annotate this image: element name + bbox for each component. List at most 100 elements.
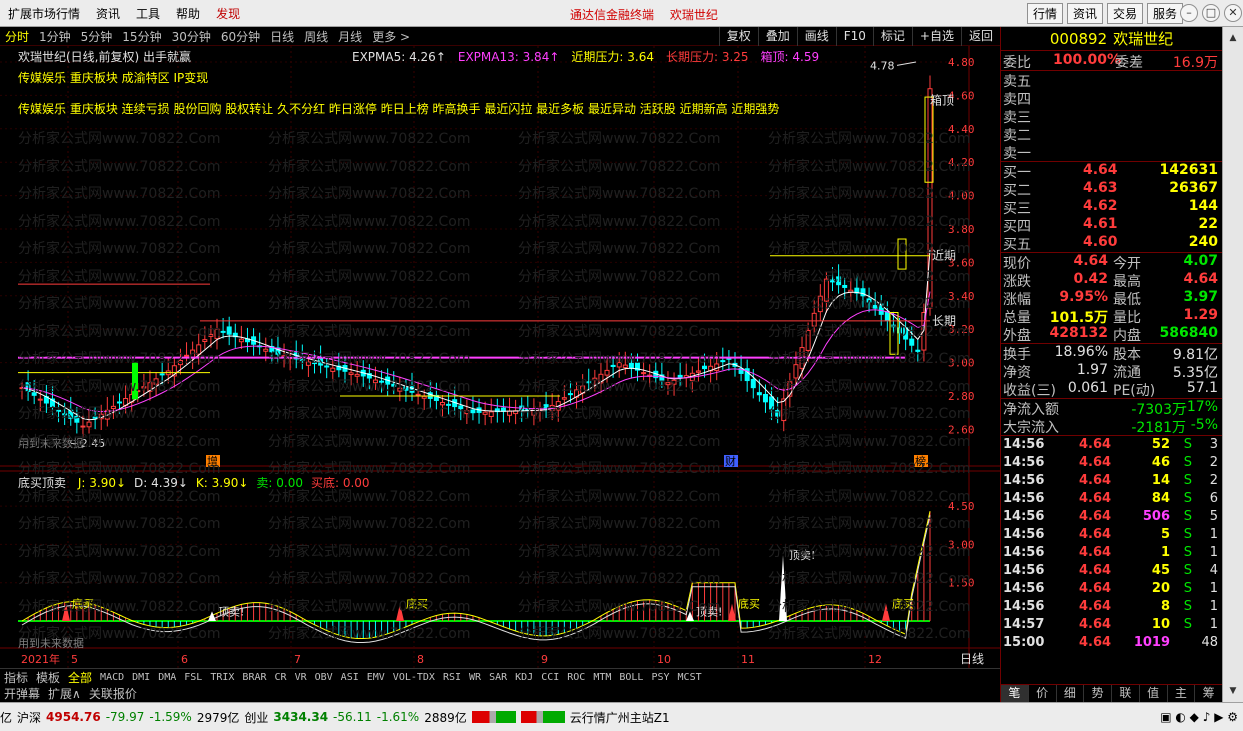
tab-ind-mcst[interactable]: MCST: [674, 672, 706, 683]
promo-terminal[interactable]: 通达信金融终端: [570, 8, 654, 22]
tab-ind-boll[interactable]: BOLL: [615, 672, 647, 683]
event-marker-bang[interactable]: 榜: [915, 454, 926, 468]
info-button[interactable]: 资讯: [1066, 3, 1103, 24]
related-quote[interactable]: 关联报价: [85, 685, 141, 702]
tab-ind-dma[interactable]: DMA: [154, 672, 180, 683]
expand-toggle[interactable]: 扩展∧: [44, 685, 85, 702]
promo-stock[interactable]: 欢瑞世纪: [670, 8, 718, 22]
back-button[interactable]: 返回: [960, 27, 1000, 46]
ask-row[interactable]: 卖一: [1001, 143, 1222, 162]
cy-index-label[interactable]: 创业: [244, 709, 268, 726]
tab-indicator[interactable]: 指标: [0, 669, 32, 686]
bid-row[interactable]: 买五 4.60 240: [1001, 234, 1222, 253]
quote-button[interactable]: 行情: [1026, 3, 1063, 24]
overlay-button[interactable]: 叠加: [757, 27, 797, 46]
flow-row: 净流入额 -7303万 -17%: [1001, 399, 1222, 418]
scroll-down-icon[interactable]: ▼: [1226, 684, 1240, 698]
period-more[interactable]: 更多 >: [367, 28, 415, 45]
tab-ind-macd[interactable]: MACD: [96, 672, 128, 683]
tab-ind-sar[interactable]: SAR: [485, 672, 511, 683]
tab-ind-roc[interactable]: ROC: [563, 672, 589, 683]
tick-side: S: [1183, 617, 1192, 632]
price-chart[interactable]: 4.804.604.404.204.003.803.603.403.203.00…: [0, 46, 1000, 668]
tab-ind-kdj[interactable]: KDJ: [511, 672, 537, 683]
tab-template[interactable]: 模板: [32, 669, 64, 686]
ask-row[interactable]: 卖五: [1001, 71, 1222, 90]
tab-ind-vr[interactable]: VR: [291, 672, 311, 683]
tick-price: 4.64: [1079, 491, 1112, 506]
ask-row[interactable]: 卖四: [1001, 89, 1222, 108]
tab-ind-psy[interactable]: PSY: [647, 672, 673, 683]
period-monthly[interactable]: 月线: [333, 28, 367, 45]
stat-value: 4.64: [1183, 271, 1218, 287]
server-name[interactable]: 云行情广州主站Z1: [570, 709, 670, 726]
tab-ind-vol-tdx[interactable]: VOL-TDX: [389, 672, 439, 683]
f10-button[interactable]: F10: [835, 27, 873, 46]
period-weekly[interactable]: 周线: [299, 28, 333, 45]
candle: [884, 311, 890, 322]
future-data-label: 用到未来数据: [18, 436, 84, 450]
period-60min[interactable]: 60分钟: [216, 28, 265, 45]
quote-panel: 000892 欢瑞世纪 委比 100.00% 委差 16.9万 卖五 卖四 卖三 卖二…: [1000, 27, 1223, 702]
tab-ind-cci[interactable]: CCI: [537, 672, 563, 683]
tick-time: 14:56: [1003, 455, 1045, 470]
menu-item-help[interactable]: 帮助: [168, 5, 208, 22]
minimize-icon[interactable]: –: [1180, 4, 1198, 22]
quote-tab-2[interactable]: 细: [1057, 685, 1085, 702]
mark-button[interactable]: 标记: [872, 27, 912, 46]
stat-value: 4.64: [1073, 253, 1108, 269]
tab-ind-mtm[interactable]: MTM: [589, 672, 615, 683]
stat-value: 0.061: [1067, 380, 1108, 396]
adjust-button[interactable]: 复权: [718, 27, 758, 46]
ask-row[interactable]: 卖二: [1001, 125, 1222, 144]
tab-ind-rsi[interactable]: RSI: [439, 672, 465, 683]
tab-ind-trix[interactable]: TRIX: [206, 672, 238, 683]
close-icon[interactable]: ✕: [1224, 4, 1242, 22]
add-watchlist-button[interactable]: +自选: [911, 27, 961, 46]
tab-ind-wr[interactable]: WR: [465, 672, 485, 683]
bid-row[interactable]: 买三 4.62 144: [1001, 198, 1222, 217]
vertical-scrollbar[interactable]: ▲ ▼: [1222, 27, 1243, 702]
bid-row[interactable]: 买一 4.64 142631: [1001, 162, 1222, 181]
tab-ind-dmi[interactable]: DMI: [128, 672, 154, 683]
period-1min[interactable]: 1分钟: [34, 28, 76, 45]
maximize-icon[interactable]: □: [1202, 4, 1220, 22]
tab-all[interactable]: 全部: [64, 669, 96, 686]
menu-item-market[interactable]: 扩展市场行情: [0, 5, 88, 22]
danmaku-toggle[interactable]: 开弹幕: [0, 685, 44, 702]
quote-tab-0[interactable]: 笔: [1001, 685, 1029, 702]
period-label[interactable]: 日线: [960, 652, 984, 666]
draw-button[interactable]: 画线: [796, 27, 836, 46]
quote-tab-4[interactable]: 联: [1112, 685, 1140, 702]
tab-ind-asi[interactable]: ASI: [337, 672, 363, 683]
candle: [177, 360, 183, 366]
menu-item-discover[interactable]: 发现: [208, 5, 248, 22]
bid-row[interactable]: 买四 4.61 22: [1001, 216, 1222, 235]
menu-item-tools[interactable]: 工具: [128, 5, 168, 22]
quote-tab-6[interactable]: 主: [1168, 685, 1196, 702]
sh-index-label[interactable]: 沪深: [17, 709, 41, 726]
period-30min[interactable]: 30分钟: [167, 28, 216, 45]
quote-tab-3[interactable]: 势: [1084, 685, 1112, 702]
stat-label: 外盘: [1003, 328, 1031, 344]
quote-tab-5[interactable]: 值: [1140, 685, 1168, 702]
period-15min[interactable]: 15分钟: [117, 28, 166, 45]
period-intraday[interactable]: 分时: [0, 28, 34, 45]
ask-row[interactable]: 卖三: [1001, 107, 1222, 126]
tab-ind-brar[interactable]: BRAR: [238, 672, 270, 683]
bid-row[interactable]: 买二 4.63 26367: [1001, 180, 1222, 199]
event-marker-zeng[interactable]: 增: [207, 454, 218, 468]
scroll-up-icon[interactable]: ▲: [1226, 31, 1240, 45]
event-marker-cai[interactable]: 财: [725, 454, 736, 468]
trade-button[interactable]: 交易: [1106, 3, 1143, 24]
tab-ind-cr[interactable]: CR: [271, 672, 291, 683]
quote-tab-7[interactable]: 筹: [1195, 685, 1223, 702]
quote-tab-1[interactable]: 价: [1029, 685, 1057, 702]
menu-item-news[interactable]: 资讯: [88, 5, 128, 22]
tab-ind-obv[interactable]: OBV: [311, 672, 337, 683]
period-5min[interactable]: 5分钟: [76, 28, 118, 45]
tab-ind-fsl[interactable]: FSL: [180, 672, 206, 683]
period-daily[interactable]: 日线: [265, 28, 299, 45]
tab-ind-emv[interactable]: EMV: [363, 672, 389, 683]
service-button[interactable]: 服务: [1146, 3, 1183, 24]
